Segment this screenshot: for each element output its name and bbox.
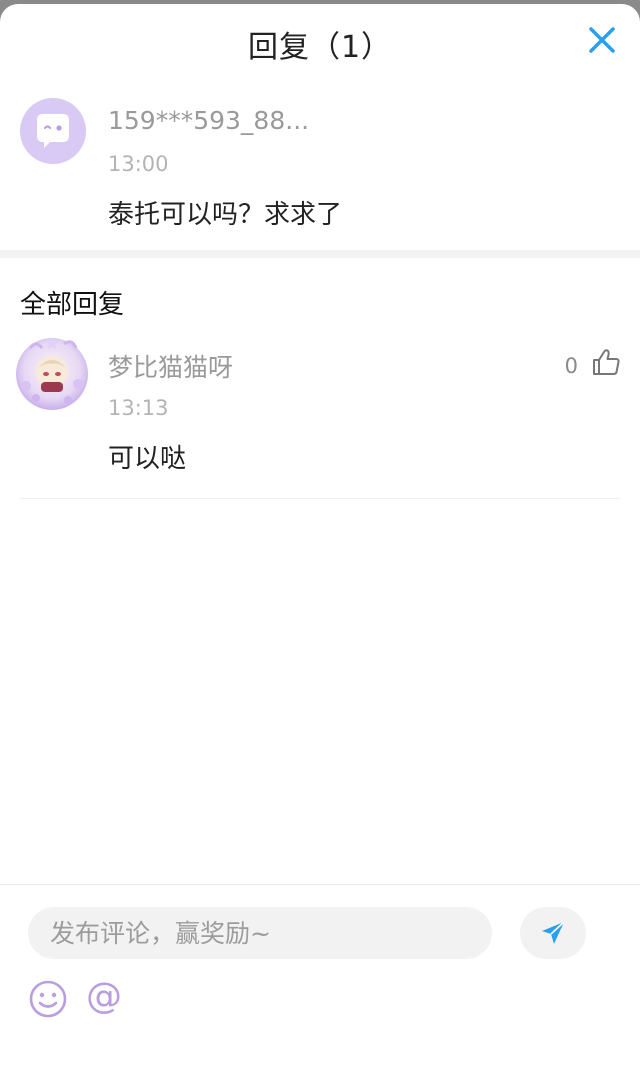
page-title: 回复（1） (247, 30, 393, 65)
comment-composer: @ (0, 884, 640, 1068)
avatar[interactable] (12, 334, 92, 414)
reply-timestamp: 13:13 (108, 396, 169, 420)
comment-timestamp: 13:00 (108, 152, 169, 176)
smiley-icon (29, 980, 67, 1018)
section-divider (0, 250, 640, 258)
like-button[interactable] (590, 346, 622, 378)
mention-button[interactable]: @ (86, 975, 122, 1019)
reply-username[interactable]: 梦比猫猫呀 (108, 348, 233, 384)
sheet-header: 回复（1） (0, 4, 640, 80)
send-button[interactable] (520, 907, 586, 959)
send-icon (542, 921, 565, 944)
comment-text: 泰托可以吗？求求了 (108, 200, 343, 230)
reply-sheet: 回复（1） 159***593_88... 13:00 泰托可以吗？求求了 全部… (0, 4, 640, 1068)
reply-text: 可以哒 (108, 444, 187, 474)
avatar-image (16, 338, 88, 410)
comment-input[interactable] (28, 907, 492, 959)
like-count: 0 (564, 354, 578, 378)
emoji-button[interactable] (28, 979, 68, 1019)
close-icon (589, 27, 615, 53)
close-button[interactable] (586, 24, 618, 56)
thumbs-up-icon (593, 349, 620, 375)
item-divider (20, 498, 620, 499)
comment-username[interactable]: 159***593_88... (108, 106, 309, 135)
avatar[interactable] (20, 98, 86, 164)
all-replies-heading: 全部回复 (20, 290, 125, 320)
list-item: 梦比猫猫呀 13:13 可以哒 0 (0, 330, 640, 500)
chat-bubble-icon (37, 114, 69, 148)
